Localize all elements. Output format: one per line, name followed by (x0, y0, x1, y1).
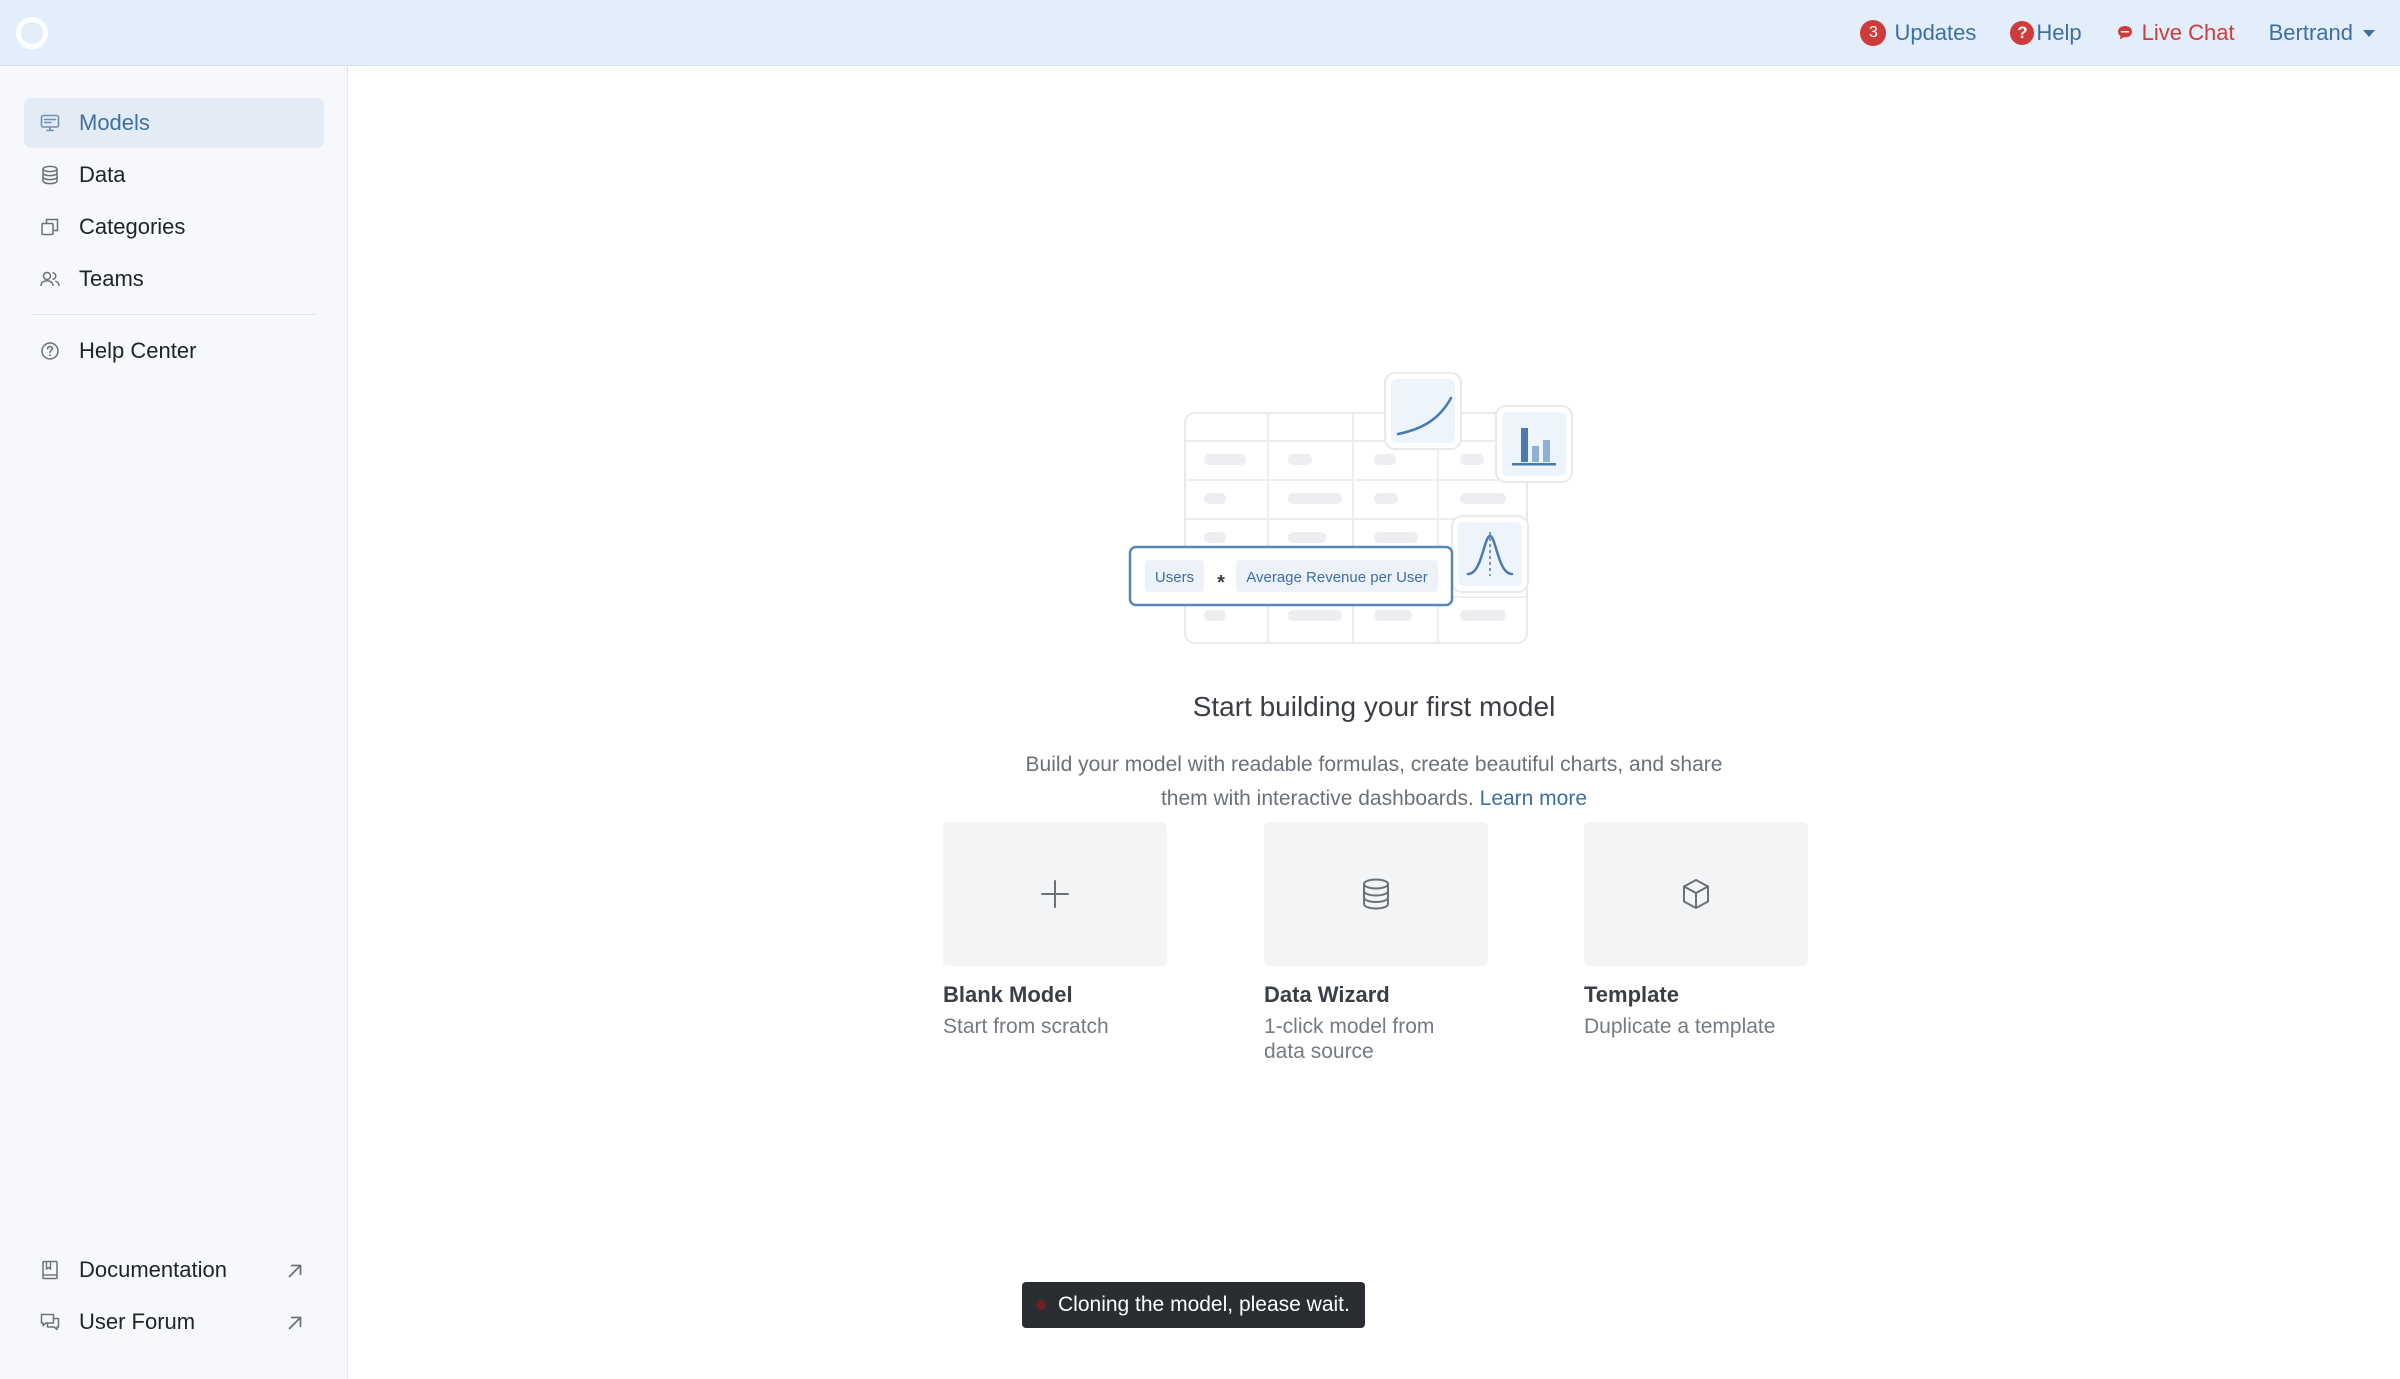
sidebar-item-label: Teams (79, 266, 144, 291)
sidebar-item-label: Documentation (79, 1257, 227, 1282)
user-menu[interactable]: Bertrand (2269, 20, 2375, 46)
learn-more-link[interactable]: Learn more (1480, 787, 1587, 810)
sidebar-item-label: Models (79, 110, 150, 135)
template-card[interactable]: Template Duplicate a template (1584, 822, 1808, 1039)
sidebar-item-documentation[interactable]: Documentation (24, 1245, 324, 1295)
card-subtitle: Duplicate a template (1584, 1015, 1776, 1038)
users-icon (40, 271, 60, 287)
sidebar: Models Data Categories Teams Help Center (0, 66, 348, 1379)
database-icon (42, 165, 58, 185)
card-subtitle-line-1: 1-click model from (1264, 1015, 1435, 1038)
sidebar-item-label: Help Center (79, 338, 197, 363)
formula-chip-arpu: Average Revenue per User (1246, 569, 1428, 586)
copy-icon (41, 218, 59, 236)
toast-status-dot-icon (1036, 1300, 1046, 1310)
line-chart-card (1384, 372, 1462, 450)
empty-state-title: Start building your first model (1192, 691, 1556, 722)
sidebar-item-categories[interactable]: Categories (24, 202, 324, 252)
sidebar-item-label: Categories (79, 214, 186, 239)
caret-down-icon (2363, 29, 2375, 37)
empty-state-description: Build your model with readable formulas,… (348, 748, 2400, 816)
card-title: Data Wizard (1264, 982, 1390, 1007)
template-button[interactable] (1584, 822, 1808, 966)
card-subtitle: 1-click model from data source (1264, 1014, 1488, 1064)
card-subtitle: Start from scratch (943, 1015, 1109, 1038)
sidebar-item-label: User Forum (79, 1309, 196, 1334)
blank-model-button[interactable] (943, 822, 1167, 966)
main-content: Users * Average Revenue per User Start b… (348, 66, 2400, 1379)
question-circle-icon (41, 342, 59, 360)
data-wizard-button[interactable] (1264, 822, 1488, 966)
live-chat-link[interactable]: Live Chat (2116, 20, 2235, 46)
monitor-icon (40, 114, 60, 132)
description-line-1: Build your model with readable formulas,… (1025, 753, 1723, 776)
updates-link[interactable]: 3 Updates (1860, 20, 1976, 46)
sidebar-item-user-forum[interactable]: User Forum (24, 1297, 324, 1347)
sidebar-item-label: Data (79, 162, 126, 187)
empty-state-illustration: Users * Average Revenue per User (1128, 372, 1573, 644)
data-wizard-card[interactable]: Data Wizard 1-click model from data sour… (1264, 822, 1488, 1064)
forum-icon (40, 1313, 60, 1331)
card-title: Template (1584, 982, 1679, 1007)
card-title: Blank Model (943, 982, 1073, 1007)
bar-chart-card (1495, 405, 1573, 483)
top-bar: 3 Updates ? Help Live Chat Bertrand (0, 0, 2400, 66)
blank-model-card[interactable]: Blank Model Start from scratch (943, 822, 1167, 1039)
sidebar-item-models[interactable]: Models (24, 98, 324, 148)
book-icon (42, 1260, 58, 1280)
external-link-icon (288, 1264, 302, 1278)
app-logo-icon[interactable] (16, 17, 48, 49)
help-label: Help (2036, 20, 2082, 45)
toast-message: Cloning the model, please wait. (1058, 1293, 1350, 1316)
help-icon: ? (2010, 21, 2035, 45)
top-nav: 3 Updates ? Help Live Chat Bertrand (1860, 0, 2375, 66)
description-line-2-wrapper: them with interactive dashboards. Learn … (348, 782, 2400, 816)
distribution-chart-card (1451, 515, 1529, 593)
card-subtitle-line-2: data source (1264, 1040, 1374, 1063)
database-icon (1363, 878, 1389, 910)
formula-bar-illustration: Users * Average Revenue per User (1128, 545, 1454, 607)
help-link[interactable]: ? Help (2010, 20, 2082, 46)
cube-icon (1683, 879, 1709, 909)
updates-label: Updates (1894, 20, 1977, 45)
chat-bubble-icon (2117, 26, 2132, 40)
sidebar-item-help-center[interactable]: Help Center (24, 326, 324, 376)
user-name: Bertrand (2268, 20, 2353, 45)
toast-notification: Cloning the model, please wait. (1022, 1282, 1365, 1328)
formula-operator: * (1217, 572, 1225, 594)
updates-count-badge: 3 (1860, 20, 1887, 46)
formula-chip-users: Users (1155, 569, 1194, 586)
sidebar-item-data[interactable]: Data (24, 150, 324, 200)
external-link-icon (288, 1316, 302, 1330)
sidebar-divider (32, 314, 316, 315)
live-chat-label: Live Chat (2141, 20, 2235, 45)
description-line-2: them with interactive dashboards. (1160, 787, 1474, 810)
sidebar-item-teams[interactable]: Teams (24, 254, 324, 304)
plus-icon (1041, 880, 1069, 908)
